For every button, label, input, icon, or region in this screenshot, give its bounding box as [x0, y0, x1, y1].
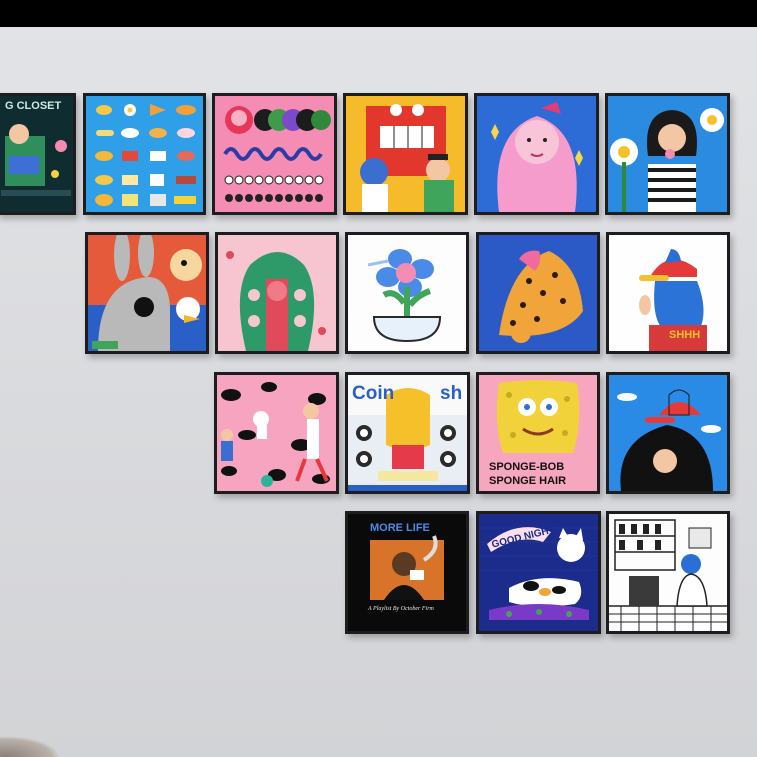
- print-cow-pattern: [214, 372, 339, 494]
- print-pink-hair-girl: [474, 93, 599, 215]
- print-green-hair: [215, 232, 339, 354]
- print-pink-patterns: [212, 93, 337, 215]
- floor-shadow: [0, 736, 60, 757]
- print-good-night-cat: GOOD NIGHT: [476, 511, 601, 634]
- print-flower-bath: [345, 232, 469, 354]
- coin-title: Coin: [352, 383, 395, 404]
- print-food-grid: [83, 93, 206, 215]
- print-spongebob: SPONGE-BOB SPONGE HAIR: [476, 372, 600, 494]
- print-leopard: [476, 232, 600, 354]
- spongebob-line2: SPONGE HAIR: [489, 475, 567, 487]
- print-black-hair-cap: [606, 372, 730, 494]
- more-life-title: MORE LIFE: [370, 522, 430, 534]
- print-flower-girl: [605, 93, 730, 215]
- top-black-bar: [0, 0, 757, 27]
- coin-title-suffix: sh: [440, 383, 463, 404]
- print-more-life: MORE LIFE A Playlist By October Firm: [345, 511, 469, 634]
- print-shhh-cap: SHHH: [606, 232, 730, 354]
- spongebob-line1: SPONGE-BOB: [489, 461, 565, 473]
- print-bunny-bird: [85, 232, 209, 354]
- shhh-text: SHHH: [669, 329, 701, 341]
- more-life-subtitle: A Playlist By October Firm: [368, 606, 434, 612]
- print-coin-wash: Coin sh: [345, 372, 470, 494]
- closet-title: G CLOSET: [5, 100, 62, 112]
- print-big-mouth: [343, 93, 468, 215]
- print-coffee-shop: [606, 511, 730, 634]
- print-closet: G CLOSET: [0, 93, 76, 215]
